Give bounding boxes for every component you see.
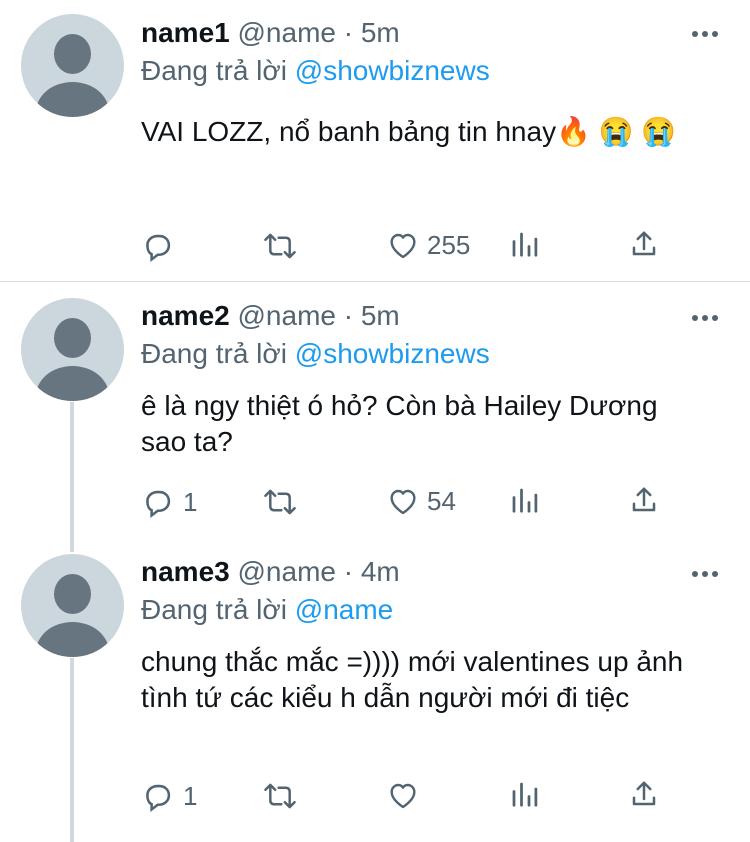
more-icon[interactable] bbox=[692, 30, 718, 38]
reply-context: Đang trả lời @showbiznews bbox=[141, 55, 490, 87]
like-icon bbox=[390, 233, 416, 259]
share-icon bbox=[632, 781, 656, 806]
share-icon bbox=[632, 231, 656, 256]
tweet-2[interactable]: name2 @name · 5m Đang trả lời @showbizne… bbox=[0, 282, 750, 542]
like-button[interactable]: 255 bbox=[387, 229, 470, 261]
retweet-icon bbox=[264, 783, 296, 809]
reply-prefix: Đang trả lời bbox=[141, 594, 287, 625]
retweet-button[interactable] bbox=[262, 779, 306, 813]
username[interactable]: @name bbox=[238, 300, 336, 331]
reply-button[interactable]: 1 bbox=[141, 779, 197, 813]
timestamp[interactable]: · 4m bbox=[344, 556, 400, 587]
display-name[interactable]: name3 bbox=[141, 556, 230, 587]
like-icon bbox=[390, 489, 416, 515]
timestamp[interactable]: · 5m bbox=[344, 17, 400, 48]
tweet-text: chung thắc mắc =)))) mới valentines up ả… bbox=[141, 646, 684, 713]
reply-to-handle[interactable]: @name bbox=[295, 594, 393, 625]
action-bar: 1 54 bbox=[141, 485, 681, 525]
like-button[interactable]: 54 bbox=[387, 485, 456, 517]
reply-icon bbox=[146, 784, 171, 813]
reply-context: Đang trả lời @name bbox=[141, 594, 393, 626]
reply-to-handle[interactable]: @showbiznews bbox=[295, 338, 490, 369]
share-button[interactable] bbox=[629, 779, 659, 809]
reply-button[interactable]: 1 bbox=[141, 485, 197, 519]
username[interactable]: @name bbox=[238, 17, 336, 48]
reply-prefix: Đang trả lời bbox=[141, 338, 287, 369]
reply-prefix: Đang trả lời bbox=[141, 55, 287, 86]
reply-icon bbox=[146, 234, 171, 263]
analytics-button[interactable] bbox=[509, 485, 539, 515]
more-icon[interactable] bbox=[692, 570, 718, 578]
timestamp[interactable]: · 5m bbox=[344, 300, 400, 331]
like-count: 54 bbox=[427, 485, 456, 516]
share-button[interactable] bbox=[629, 229, 659, 259]
reply-count: 1 bbox=[183, 780, 198, 811]
like-icon bbox=[390, 783, 416, 809]
analytics-icon bbox=[512, 488, 538, 513]
retweet-icon bbox=[264, 233, 296, 259]
like-button[interactable] bbox=[387, 779, 427, 811]
avatar[interactable] bbox=[21, 14, 124, 117]
action-bar: 255 bbox=[141, 229, 681, 269]
action-bar: 1 bbox=[141, 779, 681, 819]
tweet-3[interactable]: name3 @name · 4m Đang trả lời @name chun… bbox=[0, 538, 750, 842]
retweet-button[interactable] bbox=[262, 485, 306, 519]
analytics-icon bbox=[512, 782, 538, 807]
reply-count: 1 bbox=[183, 486, 198, 517]
retweet-icon bbox=[264, 489, 296, 515]
reply-context: Đang trả lời @showbiznews bbox=[141, 338, 490, 370]
tweet-1[interactable]: name1 @name · 5m Đang trả lời @showbizne… bbox=[0, 0, 750, 280]
tweet-text: VAI LOZZ, nổ banh bảng tin hnay🔥 😭 😭 bbox=[141, 116, 677, 147]
tweet-header: name1 @name · 5m bbox=[141, 17, 400, 49]
reply-icon bbox=[146, 490, 171, 519]
display-name[interactable]: name2 bbox=[141, 300, 230, 331]
tweet-header: name3 @name · 4m bbox=[141, 556, 400, 588]
share-icon bbox=[632, 487, 656, 512]
retweet-button[interactable] bbox=[262, 229, 306, 263]
like-count: 255 bbox=[427, 229, 471, 260]
avatar[interactable] bbox=[21, 554, 124, 657]
tweet-header: name2 @name · 5m bbox=[141, 300, 400, 332]
share-button[interactable] bbox=[629, 485, 659, 515]
analytics-button[interactable] bbox=[509, 229, 539, 259]
analytics-button[interactable] bbox=[509, 779, 539, 809]
avatar[interactable] bbox=[21, 298, 124, 401]
tweet-text: ê là ngy thiệt ó hỏ? Còn bà Hailey Dương… bbox=[141, 390, 658, 457]
analytics-icon bbox=[512, 232, 538, 257]
username[interactable]: @name bbox=[238, 556, 336, 587]
more-icon[interactable] bbox=[692, 314, 718, 322]
display-name[interactable]: name1 bbox=[141, 17, 230, 48]
reply-to-handle[interactable]: @showbiznews bbox=[295, 55, 490, 86]
reply-button[interactable] bbox=[141, 229, 183, 263]
